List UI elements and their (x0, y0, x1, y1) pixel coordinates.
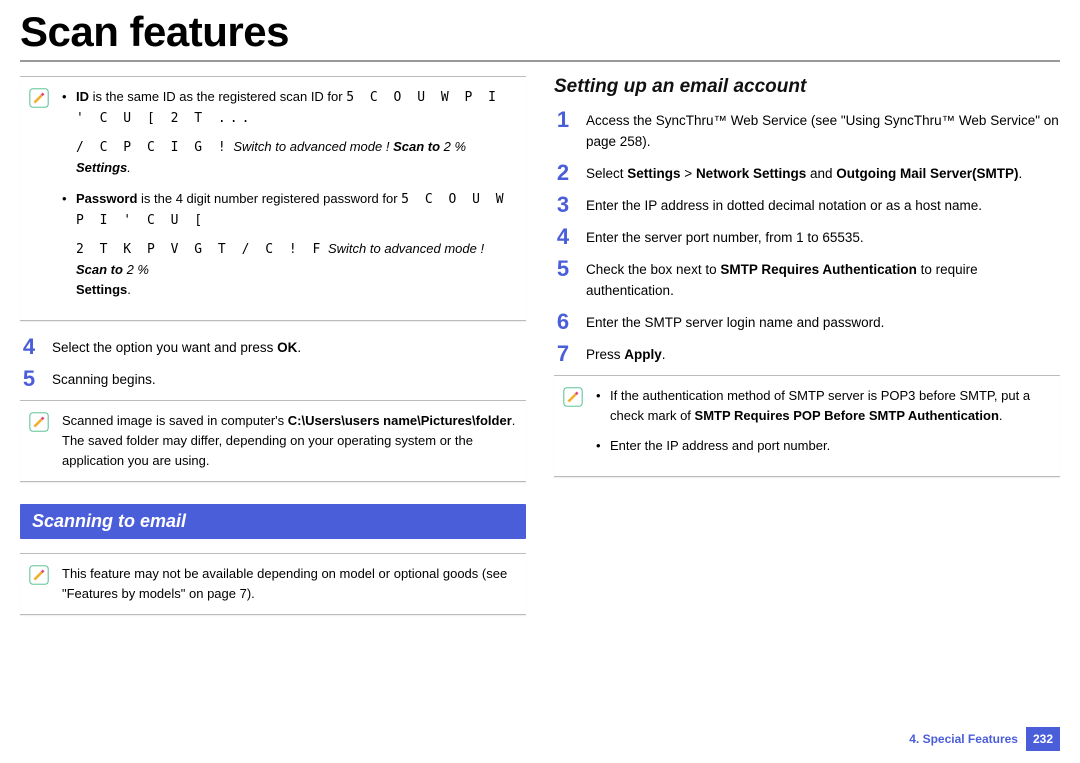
step-body: Select Settings > Network Settings and O… (586, 161, 1060, 185)
t: and (806, 166, 836, 181)
step-body: Scanning begins. (52, 367, 526, 391)
right-column: Setting up an email account 1 Access the… (554, 76, 1060, 629)
step-body: Access the SyncThru™ Web Service (see "U… (586, 108, 1060, 153)
step-number: 5 (554, 257, 572, 281)
garbled-text: 2 T K P V G T / C ! F (76, 242, 324, 257)
step-4: 4 Select the option you want and press O… (20, 335, 526, 359)
note-bullet-id: ID is the same ID as the registered scan… (62, 87, 516, 179)
settings-label: Settings (76, 282, 127, 297)
dot: . (1019, 166, 1023, 181)
t: > (681, 166, 696, 181)
step-6: 6 Enter the SMTP server login name and p… (554, 310, 1060, 334)
outgoing-mail-label: Outgoing Mail Server(SMTP) (836, 166, 1018, 181)
note-box-availability: This feature may not be available depend… (20, 553, 526, 615)
step-number: 3 (554, 193, 572, 217)
t: Select (586, 166, 627, 181)
scan-to-label: Scan to (76, 262, 123, 277)
pencil-note-icon (28, 87, 50, 109)
left-column: ID is the same ID as the registered scan… (20, 76, 526, 629)
step-number: 7 (554, 342, 572, 366)
note-text: This feature may not be available depend… (62, 564, 516, 604)
switch-text: Switch to advanced mode ! (324, 241, 484, 256)
rest-text: 2 % (123, 262, 149, 277)
step-number: 4 (20, 335, 38, 359)
content-columns: ID is the same ID as the registered scan… (0, 76, 1080, 629)
dot: . (127, 282, 131, 297)
id-label: ID (76, 89, 89, 104)
scan-to-label: Scan to (393, 139, 440, 154)
step-text: Select the option you want and press (52, 340, 277, 355)
pencil-note-icon (28, 564, 50, 586)
step-2: 2 Select Settings > Network Settings and… (554, 161, 1060, 185)
note-text-a: Scanned image is saved in computer's (62, 413, 288, 428)
t: Check the box next to (586, 262, 720, 277)
t: Press (586, 347, 624, 362)
note-bullet-password: Password is the 4 digit number registere… (62, 189, 516, 301)
step-number: 5 (20, 367, 38, 391)
step-body: Enter the server port number, from 1 to … (586, 225, 1060, 249)
step-4r: 4 Enter the server port number, from 1 t… (554, 225, 1060, 249)
step-number: 4 (554, 225, 572, 249)
pencil-note-icon (562, 386, 584, 408)
note-box-smtp-auth: If the authentication method of SMTP ser… (554, 375, 1060, 477)
step-5r: 5 Check the box next to SMTP Requires Au… (554, 257, 1060, 302)
pencil-note-icon (28, 411, 50, 433)
password-text: is the 4 digit number registered passwor… (137, 191, 401, 206)
password-line3: Settings. (76, 280, 516, 300)
network-settings-label: Network Settings (696, 166, 806, 181)
smtp-pop-label: SMTP Requires POP Before SMTP Authentica… (695, 408, 999, 423)
step-body: Enter the IP address in dotted decimal n… (586, 193, 1060, 217)
id-text: is the same ID as the registered scan ID… (89, 89, 346, 104)
step-3: 3 Enter the IP address in dotted decimal… (554, 193, 1060, 217)
id-line2: / C P C I G ! Switch to advanced mode ! … (76, 137, 516, 178)
heading-setting-up-email: Setting up an email account (554, 76, 1060, 98)
step-1: 1 Access the SyncThru™ Web Service (see … (554, 108, 1060, 153)
section-scanning-to-email: Scanning to email (20, 504, 526, 539)
dot: . (297, 340, 301, 355)
step-number: 1 (554, 108, 572, 132)
step-number: 2 (554, 161, 572, 185)
settings-label: Settings (76, 160, 127, 175)
page-title: Scan features (0, 0, 1080, 60)
footer-chapter: 4. Special Features (909, 732, 1018, 746)
settings-label: Settings (627, 166, 680, 181)
smtp-auth-label: SMTP Requires Authentication (720, 262, 917, 277)
garbled-text: / C P C I G ! (76, 140, 230, 155)
step-7: 7 Press Apply. (554, 342, 1060, 366)
footer-page-number: 232 (1026, 727, 1060, 751)
apply-label: Apply (624, 347, 662, 362)
dot: . (662, 347, 666, 362)
password-line2: 2 T K P V G T / C ! F Switch to advanced… (76, 239, 516, 280)
path-text: C:\Users\users name\Pictures\folder (288, 413, 512, 428)
dot: . (999, 408, 1003, 423)
step-body: Enter the SMTP server login name and pas… (586, 310, 1060, 334)
step-body: Check the box next to SMTP Requires Auth… (586, 257, 1060, 302)
title-rule (20, 60, 1060, 62)
step-number: 6 (554, 310, 572, 334)
note-box-saved-image: Scanned image is saved in computer's C:\… (20, 400, 526, 482)
note-box-id-password: ID is the same ID as the registered scan… (20, 76, 526, 321)
page-footer: 4. Special Features 232 (909, 727, 1060, 751)
dot: . (127, 160, 131, 175)
switch-text: Switch to advanced mode ! (230, 139, 393, 154)
note-text: Scanned image is saved in computer's C:\… (62, 411, 516, 471)
step-5: 5 Scanning begins. (20, 367, 526, 391)
password-label: Password (76, 191, 137, 206)
note-bullet-pop3: If the authentication method of SMTP ser… (596, 386, 1050, 426)
rest-text: 2 % (440, 139, 466, 154)
step-body: Select the option you want and press OK. (52, 335, 526, 359)
step-body: Press Apply. (586, 342, 1060, 366)
note-bullet-ip: Enter the IP address and port number. (596, 436, 1050, 456)
ok-label: OK (277, 340, 297, 355)
